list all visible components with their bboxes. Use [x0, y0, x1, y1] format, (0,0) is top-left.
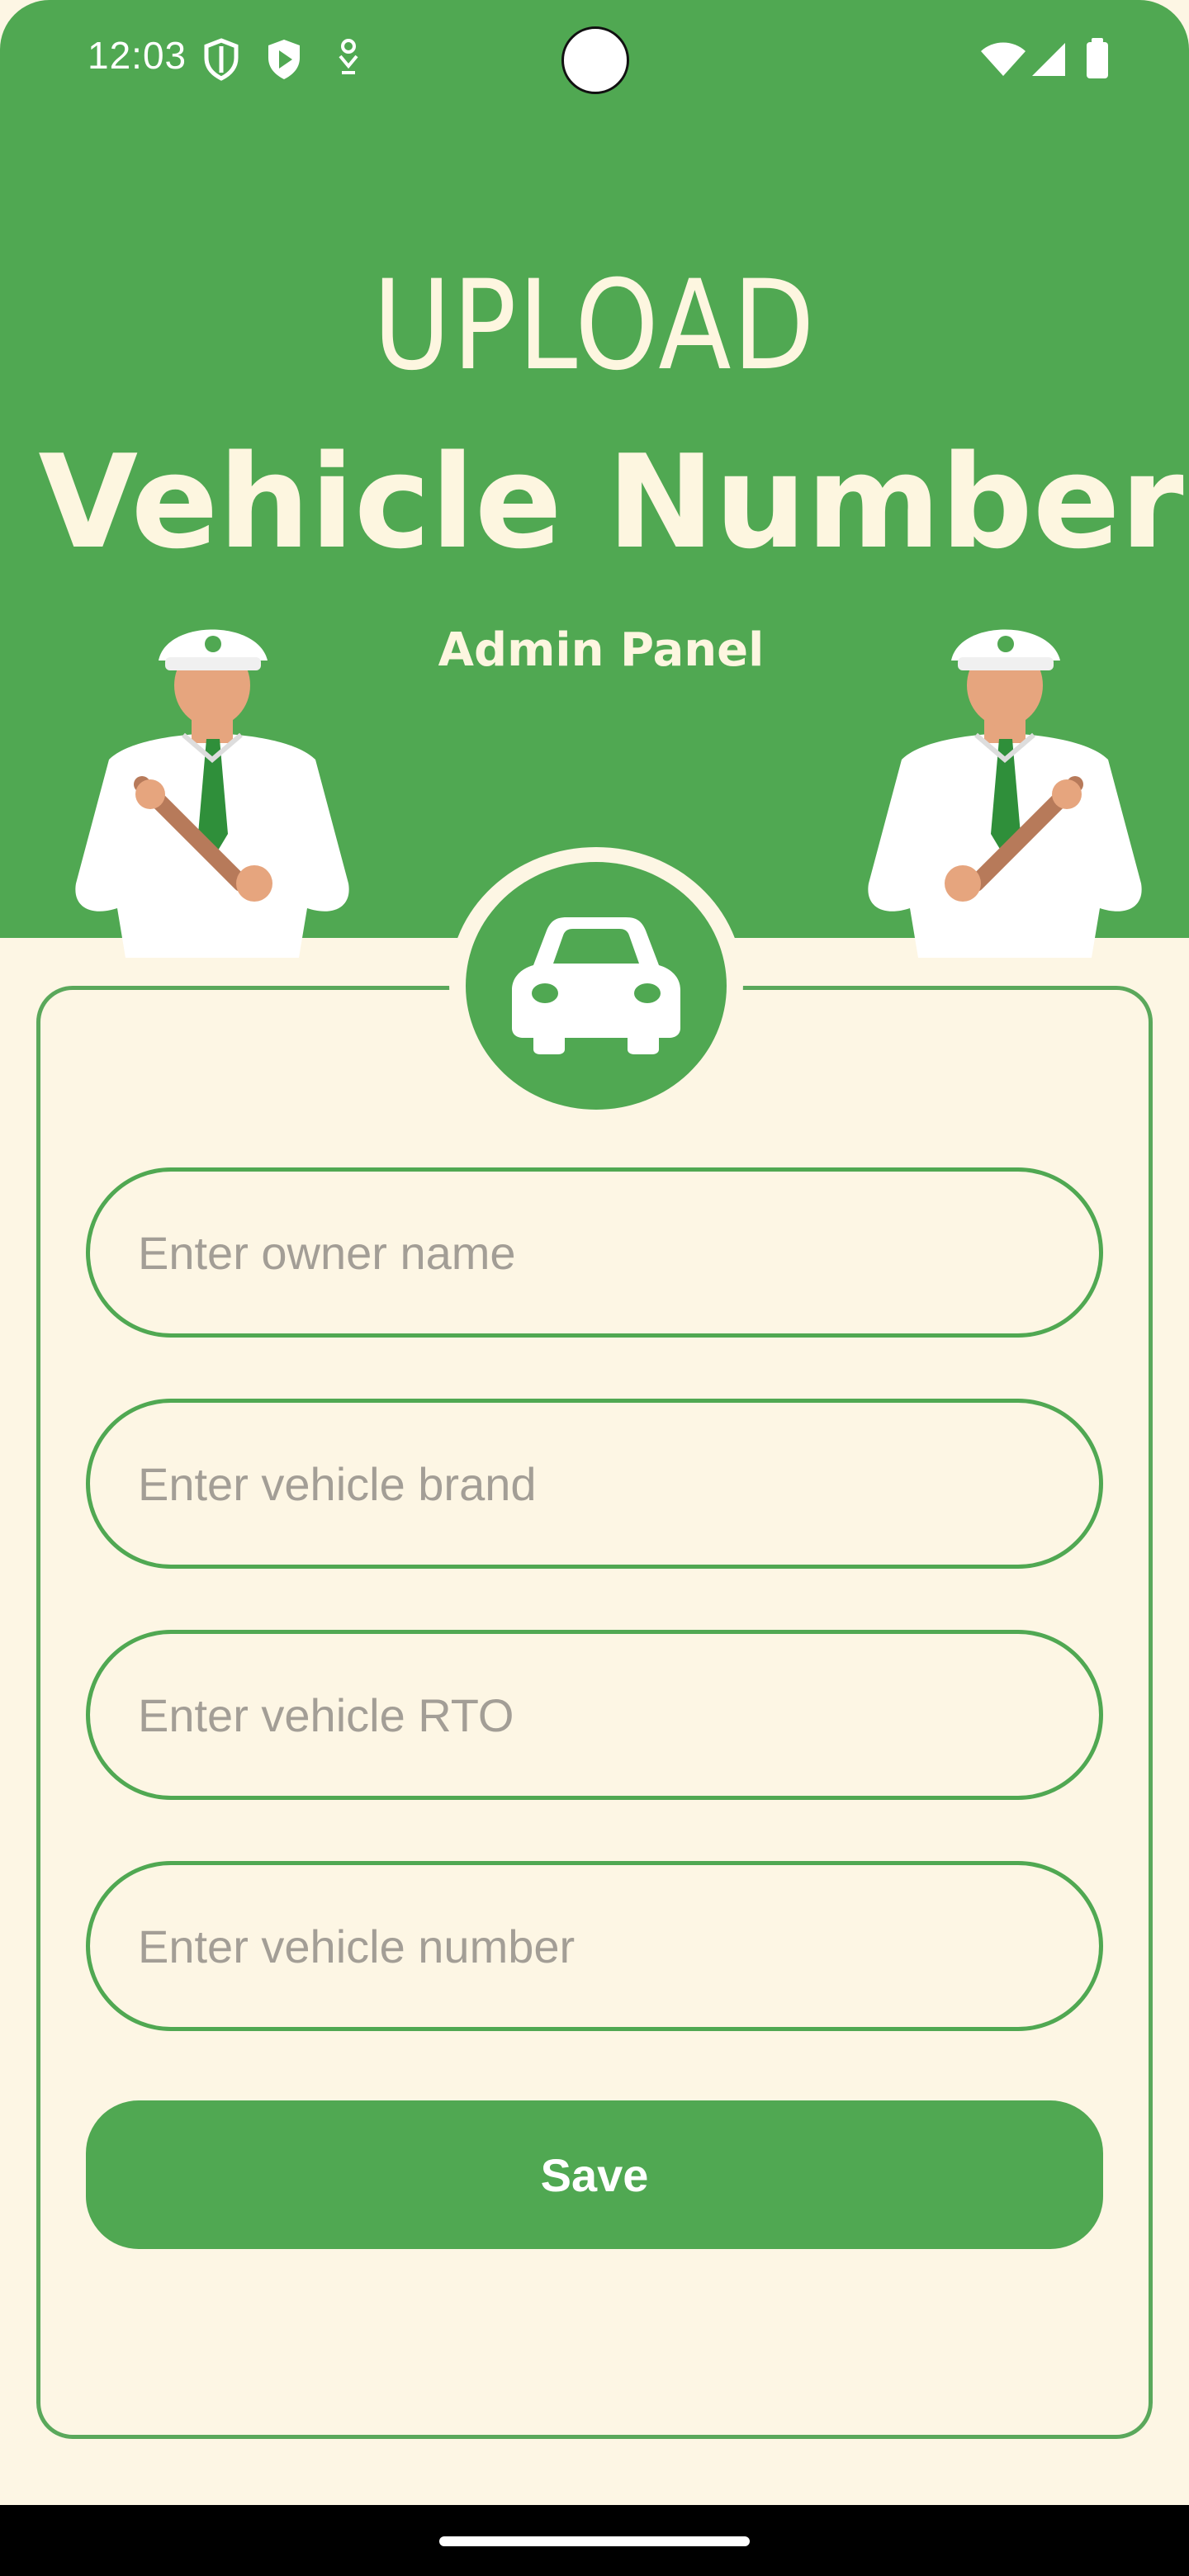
owner-name-field[interactable]: [86, 1167, 1103, 1338]
vehicle-number-input[interactable]: [136, 1918, 1099, 1974]
status-time: 12:03: [88, 34, 187, 77]
save-button[interactable]: Save: [86, 2100, 1103, 2249]
officer-illustration-left: [59, 611, 365, 958]
shield-icon: [203, 38, 239, 85]
app-screen: 12:03 UPLOAD Vehicle Number Admin Panel …: [0, 0, 1189, 2576]
page-title: Vehicle Number: [38, 427, 1184, 577]
status-bar: 12:03: [0, 0, 1189, 116]
vehicle-brand-input[interactable]: [136, 1456, 1099, 1512]
camera-cutout: [561, 26, 629, 94]
vehicle-number-field[interactable]: [86, 1861, 1103, 2031]
header-banner: 12:03 UPLOAD Vehicle Number Admin Panel: [0, 0, 1189, 958]
car-badge: [466, 862, 727, 1110]
location-pin-icon: [334, 38, 363, 83]
wifi-icon: [979, 41, 1027, 82]
vehicle-brand-field[interactable]: [86, 1399, 1103, 1569]
officer-illustration-right: [852, 611, 1158, 958]
home-gesture-handle[interactable]: [439, 2536, 750, 2546]
title-upload: UPLOAD: [372, 254, 817, 398]
vehicle-rto-field[interactable]: [86, 1630, 1103, 1800]
vehicle-rto-input[interactable]: [136, 1687, 1099, 1743]
navigation-bar: [0, 2505, 1189, 2576]
owner-name-input[interactable]: [136, 1224, 1099, 1281]
signal-icon: [1029, 41, 1067, 82]
play-protect-icon: [266, 38, 302, 85]
car-icon: [505, 914, 687, 1058]
battery-icon: [1085, 38, 1110, 83]
